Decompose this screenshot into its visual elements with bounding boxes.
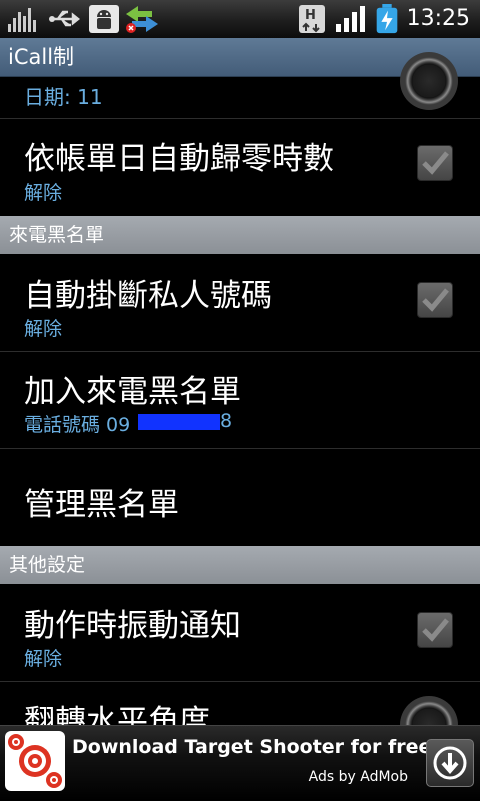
list-item-title: 自動掛斷私人號碼	[24, 278, 272, 314]
check-icon	[422, 288, 449, 312]
list-item-summary: 解除	[24, 648, 63, 670]
cell-signal-icon	[336, 6, 365, 32]
ad-banner[interactable]: Download Target Shooter for free! Ads by…	[0, 725, 480, 801]
reset-hours-checkbox[interactable]	[417, 145, 453, 181]
list-item-add-blacklist[interactable]: 加入來電黑名單 電話號碼 09 8	[0, 352, 480, 449]
battery-charging-icon	[376, 4, 398, 34]
section-header-other: 其他設定	[0, 546, 480, 584]
svg-text:H: H	[305, 8, 316, 23]
redaction-block	[138, 414, 220, 430]
android-debug-icon	[89, 5, 119, 33]
check-icon	[422, 618, 449, 642]
data-sync-icon	[126, 6, 158, 33]
vibrate-checkbox[interactable]	[417, 612, 453, 648]
phone-number-suffix: 8	[220, 410, 233, 432]
list-item-auto-hangup[interactable]: 自動掛斷私人號碼 解除	[0, 254, 480, 352]
list-item-summary: 電話號碼 09 8	[24, 410, 264, 436]
list-item-reset-hours[interactable]: 依帳單日自動歸零時數 解除	[0, 119, 480, 217]
list-item-manage-blacklist[interactable]: 管理黑名單	[0, 449, 480, 547]
auto-hangup-checkbox[interactable]	[417, 282, 453, 318]
check-icon	[422, 151, 449, 175]
list-item-partial[interactable]: 日期: 11	[0, 52, 480, 119]
usb-icon	[49, 10, 81, 27]
list-item-summary: 解除	[24, 182, 63, 204]
phone-number-prefix: 電話號碼 09	[24, 414, 131, 436]
section-header-blacklist: 來電黑名單	[0, 216, 480, 254]
section-header-label: 來電黑名單	[9, 224, 105, 246]
signal-meter-icon	[8, 8, 36, 32]
ad-title[interactable]: Download Target Shooter for free!	[72, 736, 440, 758]
clock: 13:25	[406, 6, 470, 31]
list-item-summary: 日期: 11	[24, 85, 103, 109]
section-header-label: 其他設定	[9, 554, 86, 576]
hspa-icon: H	[299, 5, 325, 33]
list-item-title: 加入來電黑名單	[24, 374, 241, 410]
status-bar: H 13:25	[0, 0, 480, 38]
list-item-title: 管理黑名單	[24, 487, 179, 523]
target-shooter-icon	[5, 731, 65, 791]
ad-attribution: Ads by AdMob	[308, 769, 408, 785]
list-item-title: 動作時振動通知	[24, 608, 241, 644]
ad-download-button[interactable]	[426, 739, 474, 787]
radio-button[interactable]	[400, 52, 458, 110]
download-icon	[433, 746, 467, 780]
app-title: iCall制	[8, 45, 75, 69]
list-item-vibrate[interactable]: 動作時振動通知 解除	[0, 584, 480, 682]
list-item-summary: 解除	[24, 318, 63, 340]
list-item-title: 依帳單日自動歸零時數	[24, 141, 334, 177]
